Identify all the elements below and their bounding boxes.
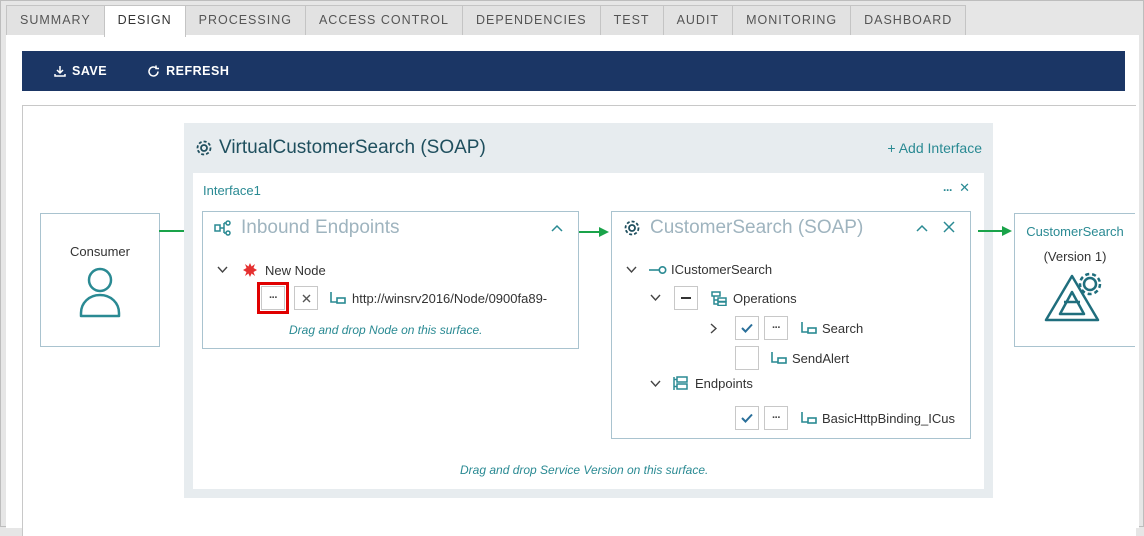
tab-dashboard[interactable]: DASHBOARD [850,5,967,35]
version-title[interactable]: CustomerSearch [1015,224,1135,239]
operation-label[interactable]: SendAlert [792,351,849,366]
design-content: SAVE REFRESH Consumer VirtualCustomerSea… [6,35,1139,536]
bug-icon [243,263,257,277]
consumer-label: Consumer [70,244,130,259]
service-title-text: VirtualCustomerSearch (SOAP) [219,137,486,158]
customer-search-title: CustomerSearch (SOAP) [623,217,863,239]
operations-collapse-button[interactable] [674,286,698,310]
refresh-icon [148,65,160,77]
chevron-up-icon[interactable] [916,224,928,232]
interface-drop-hint: Drag and drop Service Version on this su… [460,463,709,477]
node-row: New Node [217,262,326,278]
chevron-down-icon[interactable] [650,380,661,388]
chevron-down-icon[interactable] [626,266,637,274]
contract-label: ICustomerSearch [671,262,773,277]
operation-row-sendalert: SendAlert [735,346,849,370]
sendalert-enabled-checkbox[interactable] [735,346,759,370]
inbound-endpoints-panel: Inbound Endpoints New Node ··· http://wi… [202,211,579,349]
inbound-title: Inbound Endpoints [214,217,399,239]
interface-more-button[interactable]: ··· [943,183,953,197]
endpoint-link-icon [771,352,787,364]
service-version-box[interactable]: CustomerSearch (Version 1) [1014,213,1135,347]
endpoint-label[interactable]: BasicHttpBinding_ICus [822,411,963,426]
version-subtitle: (Version 1) [1043,249,1107,264]
tab-test[interactable]: TEST [599,5,664,35]
customer-search-title-text: CustomerSearch (SOAP) [650,217,864,238]
node-url[interactable]: http://winsrv2016/Node/0900fa89- [352,291,547,306]
operation-row-search: ··· Search [710,316,863,340]
tab-processing[interactable]: PROCESSING [184,5,306,35]
more-icon: ··· [269,292,278,304]
inbound-title-text: Inbound Endpoints [241,217,400,238]
tab-bar: SUMMARY DESIGN PROCESSING ACCESS CONTROL… [6,5,967,37]
close-icon [302,294,310,302]
toolbar: SAVE REFRESH [22,51,1125,91]
check-icon [741,413,753,423]
endpoints-row: Endpoints [650,376,753,391]
more-icon: ··· [772,322,781,334]
interface-icon [649,265,667,274]
service-title: VirtualCustomerSearch (SOAP) [195,137,486,159]
interface-close-button[interactable]: ✕ [959,180,970,196]
refresh-button[interactable]: REFRESH [147,64,229,78]
chevron-down-icon[interactable] [650,294,661,302]
window-frame: SUMMARY DESIGN PROCESSING ACCESS CONTROL… [0,0,1144,536]
operation-label[interactable]: Search [822,321,863,336]
save-button[interactable]: SAVE [54,64,107,78]
more-button[interactable]: ··· [257,282,289,314]
node-label: New Node [265,262,326,278]
endpoint-link-icon [801,412,817,424]
chevron-up-icon[interactable] [551,224,563,232]
more-button[interactable]: ··· [764,316,788,340]
tab-monitoring[interactable]: MONITORING [732,5,852,35]
refresh-label: REFRESH [166,64,230,78]
search-enabled-checkbox[interactable] [735,316,759,340]
more-icon: ··· [772,412,781,424]
minus-icon [681,297,691,299]
consumer-box[interactable]: Consumer [40,213,160,347]
flow-arrow [579,227,609,237]
operations-label: Operations [733,290,797,306]
endpoint-enabled-checkbox[interactable] [735,406,759,430]
interface-title: Interface1 [203,183,261,198]
save-label: SAVE [72,64,108,78]
operations-row: Operations [650,286,797,310]
endpoints-label: Endpoints [695,376,753,391]
tab-summary[interactable]: SUMMARY [6,5,105,35]
remove-endpoint-button[interactable] [294,286,318,310]
user-icon [79,267,121,318]
endpoint-link-icon [330,292,346,304]
tab-design[interactable]: DESIGN [103,5,186,37]
tab-dependencies[interactable]: DEPENDENCIES [461,5,601,35]
add-interface-link[interactable]: + Add Interface [887,140,982,156]
tab-access-control[interactable]: ACCESS CONTROL [304,5,463,35]
check-icon [741,323,753,333]
inbound-drop-hint: Drag and drop Node on this surface. [289,323,483,337]
node-endpoint-row: ··· http://winsrv2016/Node/0900fa89- [257,282,547,314]
design-canvas: Consumer VirtualCustomerSearch (SOAP) + … [22,105,1136,536]
more-button[interactable]: ··· [764,406,788,430]
operations-icon [711,290,727,306]
interface-panel: Interface1 ··· ✕ Inbound Endpoints New N… [193,173,984,489]
endpoint-row-basichttp: ··· BasicHttpBinding_ICus [735,406,963,430]
gear-icon [196,140,212,156]
customer-search-panel: CustomerSearch (SOAP) ICustomerSearch Op… [611,211,971,439]
gear-icon [624,220,640,236]
close-icon[interactable] [943,221,955,233]
contract-row: ICustomerSearch [626,262,772,277]
chevron-right-icon[interactable] [710,323,717,334]
endpoints-icon [673,376,688,390]
download-icon [54,66,66,77]
flow-arrow [978,226,1012,236]
endpoint-link-icon [801,322,817,334]
tab-audit[interactable]: AUDIT [662,5,734,35]
endpoint-icon [214,220,231,236]
service-logo-icon [1044,272,1102,322]
chevron-down-icon[interactable] [217,266,228,274]
virtual-service-container: VirtualCustomerSearch (SOAP) + Add Inter… [184,123,993,498]
